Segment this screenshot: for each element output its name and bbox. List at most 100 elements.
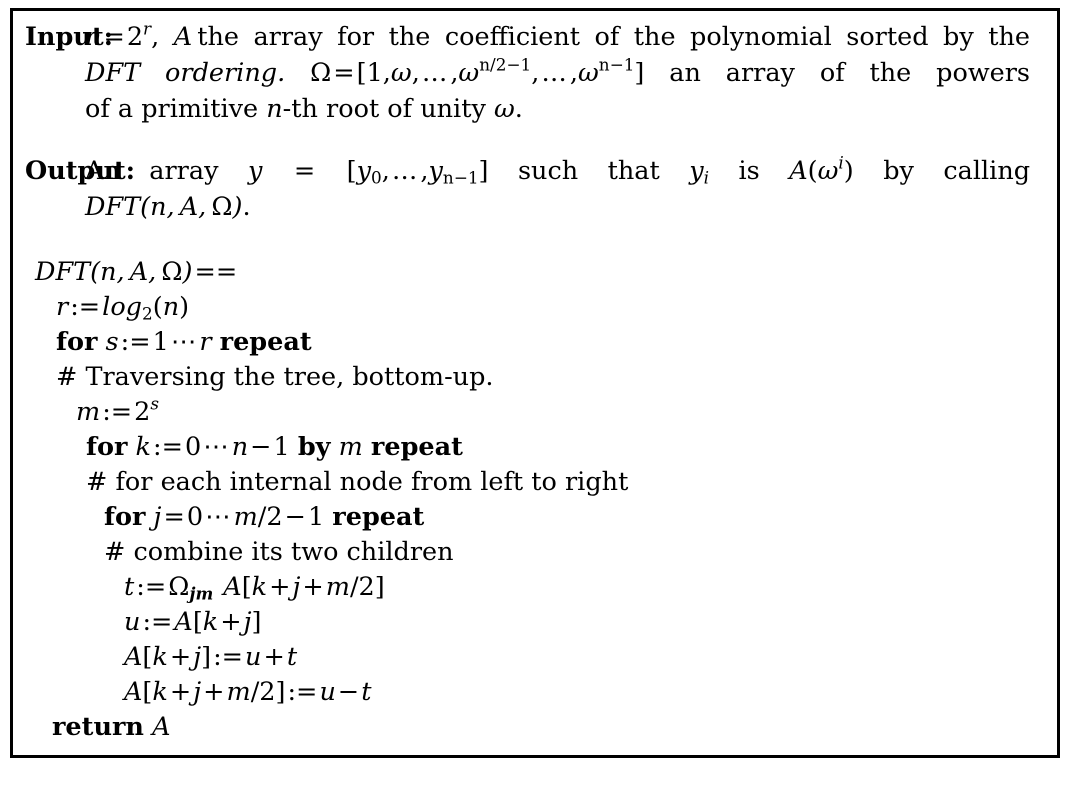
pseudocode-block: DFT(n, A, Ω)== r:=log2(n) for s:=1⋯r rep…	[25, 255, 1051, 745]
code-sig-omega: Ω	[161, 257, 183, 287]
output-yi-sub: i	[703, 167, 710, 188]
code-rhs-t-m: t	[361, 677, 372, 707]
code-rhs-u-p: u	[245, 642, 262, 672]
code-one-k: 1	[273, 432, 290, 462]
algorithm-box: Input: n=2r, A the array for the coeffic…	[10, 8, 1060, 758]
output-omega: ω	[817, 156, 839, 186]
code-plus-p-1: +	[169, 642, 192, 672]
output-rbracket: ]	[478, 156, 489, 186]
output-yn: y	[428, 156, 443, 186]
code-cdots-s: ⋯	[170, 327, 198, 357]
input-omega-3: ω	[577, 58, 599, 88]
code-assign-3: :=	[102, 397, 133, 427]
code-plus-t-2: +	[302, 572, 324, 602]
input-exponent-r: r	[143, 18, 152, 39]
input-line3-var-n: n	[266, 94, 283, 124]
code-kw-return: return	[52, 712, 144, 742]
code-kw-by: by	[297, 432, 331, 462]
code-array-A-p: A	[124, 642, 143, 672]
output-rparen: )	[843, 156, 854, 186]
code-var-s: s	[105, 327, 119, 357]
code-line-assign-a-plus: A[k+j]:=u+t	[25, 640, 1051, 675]
code-idx-k-p: k	[152, 642, 168, 672]
input-omega-capital: Ω	[310, 58, 332, 88]
code-line-signature: DFT(n, A, Ω)==	[25, 255, 1051, 290]
output-rparen-2: )	[232, 192, 243, 222]
code-lbrack-t: [	[241, 572, 252, 602]
code-line-comment-internal: # for each internal node from left to ri…	[25, 465, 1051, 500]
input-omega-2: ω	[458, 58, 480, 88]
code-idx-k-m: k	[152, 677, 168, 707]
code-assign-2: :=	[120, 327, 151, 357]
input-block: Input: n=2r, A the array for the coeffic…	[25, 19, 1030, 127]
code-line-comment-traversing: # Traversing the tree, bottom-up.	[25, 360, 1051, 395]
input-line-2: DFT ordering. Ω=[1,ω,…,ωn/2−1,…,ωn−1] an…	[85, 55, 1030, 91]
code-var-u: u	[124, 607, 141, 637]
output-arg-omega: Ω	[211, 192, 233, 222]
output-arg-n: n	[150, 192, 167, 222]
code-line-comment-combine: # combine its two children	[25, 535, 1051, 570]
code-cdots-k: ⋯	[203, 432, 230, 462]
code-kw-repeat-s: repeat	[219, 327, 312, 357]
input-line3-words-a: of a primitive	[85, 94, 259, 124]
code-line-return: return A	[25, 710, 1051, 745]
code-plus-p-2: +	[263, 642, 285, 672]
code-line-assign-a-minus: A[k+j+m/2]:=u−t	[25, 675, 1051, 710]
code-sig-lparen: (	[90, 257, 101, 287]
output-line2-period: .	[242, 192, 251, 222]
code-assign-7: :=	[213, 642, 244, 672]
code-cdots-j: ⋯	[205, 502, 232, 532]
code-idx-m-m: m	[226, 677, 251, 707]
input-exponent-half: n/2−1	[479, 54, 532, 75]
code-log-lparen: (	[152, 292, 163, 322]
code-dft-name: DFT	[35, 257, 91, 287]
output-yn-sub: n−1	[442, 167, 479, 188]
code-assign-8: :=	[287, 677, 318, 707]
input-line2-words: an array of the powers	[669, 58, 1031, 88]
code-rbrack-t: ]	[374, 572, 385, 602]
code-return-value: A	[152, 712, 171, 742]
output-y0-sub: 0	[371, 167, 382, 188]
code-sig-n: n	[100, 257, 117, 287]
code-plus-m-1: +	[169, 677, 192, 707]
code-half-j: /2	[257, 502, 283, 532]
input-line3-words-b: -th root of unity	[282, 94, 486, 124]
input-one: 1	[366, 58, 383, 88]
code-line-assign-u: u:=A[k+j]	[25, 605, 1051, 640]
code-kw-for-s: for	[56, 327, 98, 357]
code-sig-eqeq: ==	[194, 257, 238, 287]
input-line2-equals: =	[333, 58, 355, 88]
code-one-s: 1	[152, 327, 169, 357]
code-array-A-m: A	[124, 677, 143, 707]
code-kw-repeat-k: repeat	[370, 432, 463, 462]
output-by-calling: by calling	[883, 156, 1031, 186]
output-label: Output:	[25, 156, 136, 186]
code-upper-n: n	[231, 432, 249, 462]
code-equals-j: =	[163, 502, 185, 532]
code-kw-for-k: for	[86, 432, 128, 462]
algorithm-content: Input: n=2r, A the array for the coeffic…	[25, 17, 1051, 751]
input-two: 2	[126, 22, 144, 52]
code-rbrack-p: ]	[201, 642, 212, 672]
code-rhs-t-p: t	[286, 642, 298, 672]
output-lparen: (	[807, 156, 818, 186]
input-rbracket: ]	[634, 58, 645, 88]
code-assign-6: :=	[142, 607, 173, 637]
input-comma: ,	[151, 22, 174, 52]
output-ellipsis: …	[391, 156, 419, 186]
code-log-arg-n: n	[162, 292, 180, 322]
code-step-m: m	[338, 432, 363, 462]
code-plus-u: +	[220, 607, 242, 637]
code-array-A-t: A	[223, 572, 242, 602]
input-label: Input:	[25, 22, 114, 52]
output-comma-1: ,	[381, 156, 390, 186]
code-log-rparen: )	[179, 292, 190, 322]
code-zero-j: 0	[186, 502, 204, 532]
input-ellipsis-2: …	[541, 58, 568, 88]
code-line-for-j: for j=0⋯m/2−1 repeat	[25, 500, 1051, 535]
input-ellipsis-1: …	[421, 58, 449, 88]
output-A: A	[789, 156, 808, 186]
code-var-m: m	[76, 397, 101, 427]
code-line-for-k: for k:=0⋯n−1 by m repeat	[25, 430, 1051, 465]
input-line-3: of a primitive n-th root of unity ω.	[85, 91, 1030, 127]
